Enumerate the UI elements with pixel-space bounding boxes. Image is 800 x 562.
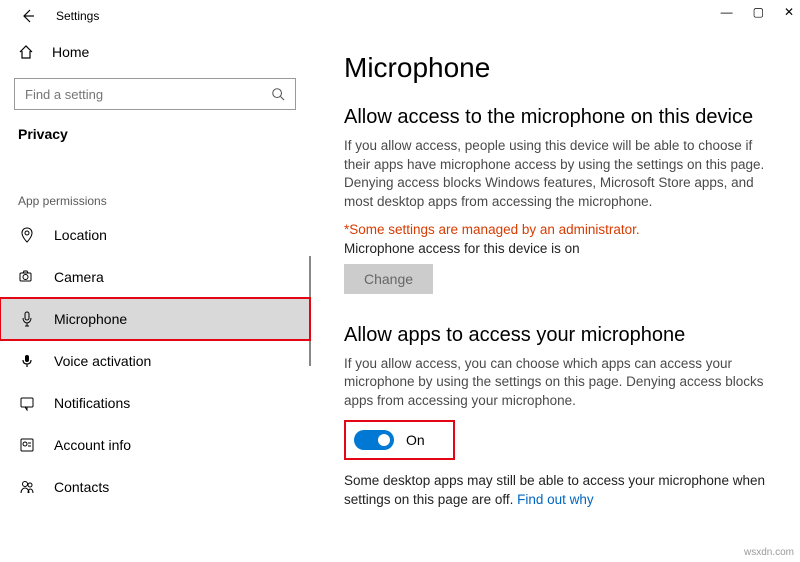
- sidebar-item-location[interactable]: Location: [0, 214, 310, 256]
- sidebar-item-voice-activation[interactable]: Voice activation: [0, 340, 310, 382]
- sidebar-item-microphone[interactable]: Microphone: [0, 298, 310, 340]
- sidebar-item-label: Location: [54, 227, 107, 243]
- maximize-button[interactable]: ▢: [753, 6, 764, 18]
- sidebar-item-contacts[interactable]: Contacts: [0, 466, 310, 508]
- microphone-icon: [18, 311, 36, 327]
- sidebar-item-label: Voice activation: [54, 353, 151, 369]
- category-header: Privacy: [0, 124, 310, 166]
- notification-icon: [18, 395, 36, 411]
- sidebar-item-account-info[interactable]: Account info: [0, 424, 310, 466]
- sidebar-item-notifications[interactable]: Notifications: [0, 382, 310, 424]
- section1-title: Allow access to the microphone on this d…: [344, 106, 766, 129]
- sidebar-item-label: Microphone: [54, 311, 127, 327]
- section2-title: Allow apps to access your microphone: [344, 324, 766, 347]
- contacts-icon: [18, 479, 36, 495]
- home-icon: [18, 44, 34, 60]
- change-button[interactable]: Change: [344, 264, 433, 294]
- search-input[interactable]: [25, 87, 271, 102]
- footer-text: Some desktop apps may still be able to a…: [344, 472, 766, 508]
- search-icon: [271, 87, 285, 101]
- location-icon: [18, 227, 36, 243]
- close-button[interactable]: ✕: [784, 6, 794, 18]
- sidebar-item-label: Notifications: [54, 395, 130, 411]
- home-link[interactable]: Home: [0, 32, 310, 72]
- page-title: Microphone: [344, 52, 766, 84]
- apps-access-toggle[interactable]: [354, 430, 394, 450]
- admin-warning: *Some settings are managed by an adminis…: [344, 222, 766, 237]
- home-label: Home: [52, 44, 89, 60]
- back-button[interactable]: [18, 8, 38, 24]
- device-access-status: Microphone access for this device is on: [344, 241, 766, 256]
- apps-access-toggle-wrap: On: [344, 420, 455, 460]
- minimize-button[interactable]: —: [721, 6, 733, 18]
- account-icon: [18, 437, 36, 453]
- section-header: App permissions: [0, 184, 310, 214]
- find-out-why-link[interactable]: Find out why: [517, 492, 594, 507]
- search-input-wrap[interactable]: [14, 78, 296, 110]
- section1-body: If you allow access, people using this d…: [344, 137, 766, 212]
- toggle-state-label: On: [406, 432, 425, 448]
- sidebar-item-label: Account info: [54, 437, 131, 453]
- window-title: Settings: [56, 9, 99, 23]
- voice-icon: [18, 353, 36, 369]
- sidebar-item-label: Camera: [54, 269, 104, 285]
- section2-body: If you allow access, you can choose whic…: [344, 355, 766, 411]
- sidebar-item-camera[interactable]: Camera: [0, 256, 310, 298]
- watermark: wsxdn.com: [744, 547, 794, 558]
- camera-icon: [18, 269, 36, 285]
- sidebar-item-label: Contacts: [54, 479, 109, 495]
